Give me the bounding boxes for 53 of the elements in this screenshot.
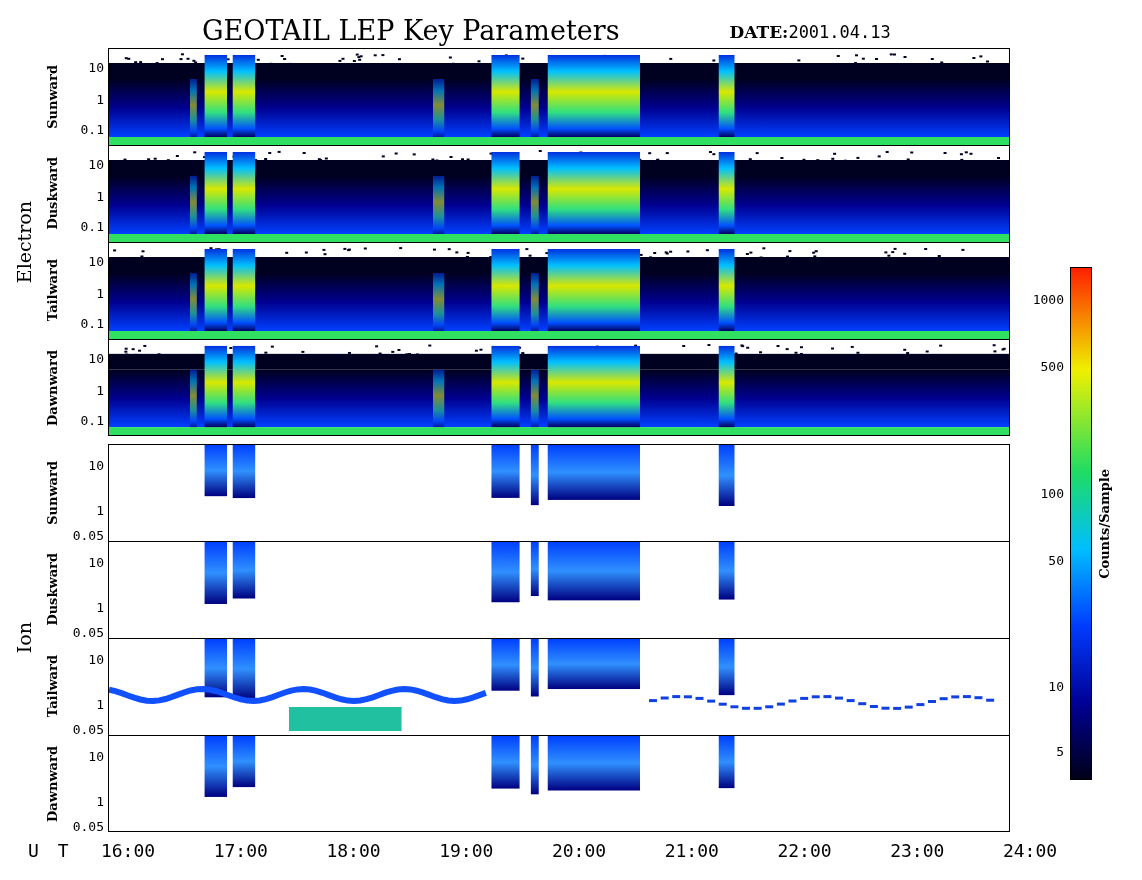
y-tick-label: 10 bbox=[88, 156, 104, 172]
x-tick-label: 23:00 bbox=[890, 840, 945, 861]
colorbar-tick-label: 10 bbox=[1048, 678, 1064, 694]
x-tick-label: 18:00 bbox=[326, 840, 381, 861]
date-label: DATE:2001.04.13 bbox=[729, 22, 891, 44]
y-tick-label: 0.1 bbox=[80, 121, 104, 137]
panel-label: Sunward bbox=[44, 460, 60, 525]
y-tick-label: 1 bbox=[96, 696, 104, 712]
y-tick-label: 10 bbox=[88, 253, 104, 269]
colorbar-tick-label: 5 bbox=[1056, 743, 1064, 759]
panel-label: Sunward bbox=[44, 64, 60, 129]
y-tick-label: 0.1 bbox=[80, 412, 104, 428]
panel-label: Dawnward bbox=[44, 745, 60, 822]
x-tick-label: 17:00 bbox=[213, 840, 268, 861]
y-tick-label: 0.05 bbox=[72, 818, 104, 834]
y-tick-label: 1 bbox=[96, 91, 104, 107]
group-label: Ion bbox=[13, 622, 35, 654]
y-tick-label: 1 bbox=[96, 285, 104, 301]
colorbar-tick-label: 1000 bbox=[1032, 291, 1064, 307]
x-tick-label: 16:00 bbox=[100, 840, 156, 861]
colorbar-label: Counts/Sample bbox=[1096, 468, 1112, 579]
x-tick-label: 20:00 bbox=[551, 840, 607, 861]
y-tick-label: 1 bbox=[96, 188, 104, 204]
y-tick-label: 10 bbox=[88, 457, 104, 473]
panel-label: Tailward bbox=[44, 259, 60, 322]
group-label: Electron bbox=[13, 200, 35, 284]
colorbar-tick-label: 50 bbox=[1048, 552, 1064, 568]
panel-label: Duskward bbox=[44, 157, 60, 230]
y-tick-label: 0.1 bbox=[80, 218, 104, 234]
y-tick-label: 10 bbox=[88, 350, 104, 366]
y-tick-label: 0.05 bbox=[72, 721, 104, 737]
colorbar-tick-label: 500 bbox=[1040, 358, 1064, 374]
y-tick-label: 10 bbox=[88, 59, 104, 75]
plot-title: GEOTAIL LEP Key Parameters bbox=[202, 15, 620, 46]
panel-label: Duskward bbox=[44, 553, 60, 626]
y-tick-label: 1 bbox=[96, 599, 104, 615]
y-tick-label: 0.05 bbox=[72, 624, 104, 640]
y-tick-label: 10 bbox=[88, 651, 104, 667]
y-tick-label: 1 bbox=[96, 793, 104, 809]
panel-label: Tailward bbox=[44, 655, 60, 718]
y-tick-label: 0.05 bbox=[72, 527, 104, 543]
y-tick-label: 1 bbox=[96, 382, 104, 398]
y-tick-label: 1 bbox=[96, 502, 104, 518]
y-tick-label: 10 bbox=[88, 748, 104, 764]
x-tick-label: 21:00 bbox=[664, 840, 719, 861]
colorbar-tick-label: 100 bbox=[1040, 485, 1064, 501]
x-tick-label: 19:00 bbox=[439, 840, 494, 861]
x-axis-label: U T bbox=[28, 840, 69, 861]
x-tick-label: 24:00 bbox=[1002, 840, 1058, 861]
y-tick-label: 0.1 bbox=[80, 315, 104, 331]
x-tick-label: 22:00 bbox=[777, 840, 832, 861]
panel-label: Dawnward bbox=[44, 349, 60, 426]
y-tick-label: 10 bbox=[88, 554, 104, 570]
